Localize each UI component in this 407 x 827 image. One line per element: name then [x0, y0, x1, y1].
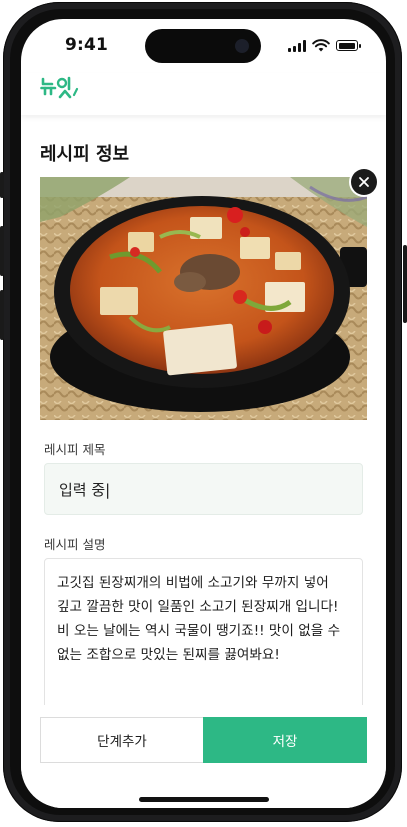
- bottom-action-bar: 단계추가 저장: [21, 705, 386, 808]
- remove-photo-button[interactable]: [351, 169, 377, 195]
- cellular-signal-icon: [288, 39, 306, 52]
- mute-switch: [0, 172, 4, 198]
- close-icon: [359, 177, 369, 187]
- recipe-title-value: 입력 중|: [59, 480, 111, 499]
- home-indicator[interactable]: [139, 797, 269, 802]
- recipe-title-input[interactable]: 입력 중|: [44, 463, 363, 515]
- stew-photo: [40, 177, 367, 420]
- power-button: [403, 245, 407, 323]
- app-header: [21, 73, 386, 115]
- volume-down-button: [0, 290, 4, 340]
- recipe-description-input[interactable]: 고깃집 된장찌개의 비법에 소고기와 무까지 넣어 깊고 깔끔한 맛이 일품인 …: [44, 558, 363, 718]
- save-button[interactable]: 저장: [203, 717, 367, 763]
- screen: 9:41 레시피 정보 레시피 제목 입력 중| 레시피 설명 고깃집 된장찌개…: [21, 19, 386, 808]
- recipe-photo: [40, 177, 367, 420]
- dynamic-island: [145, 29, 261, 63]
- add-step-button[interactable]: 단계추가: [40, 717, 203, 763]
- status-bar: 9:41: [21, 19, 386, 73]
- battery-icon: [336, 40, 361, 51]
- volume-up-button: [0, 226, 4, 276]
- status-time: 9:41: [65, 35, 109, 55]
- recipe-description-label: 레시피 설명: [44, 537, 106, 552]
- recipe-title-label: 레시피 제목: [44, 442, 106, 457]
- camera-icon: [235, 39, 249, 53]
- page-title: 레시피 정보: [40, 144, 130, 165]
- status-icons: [288, 39, 361, 52]
- wifi-icon: [312, 39, 330, 52]
- app-logo[interactable]: [40, 75, 80, 101]
